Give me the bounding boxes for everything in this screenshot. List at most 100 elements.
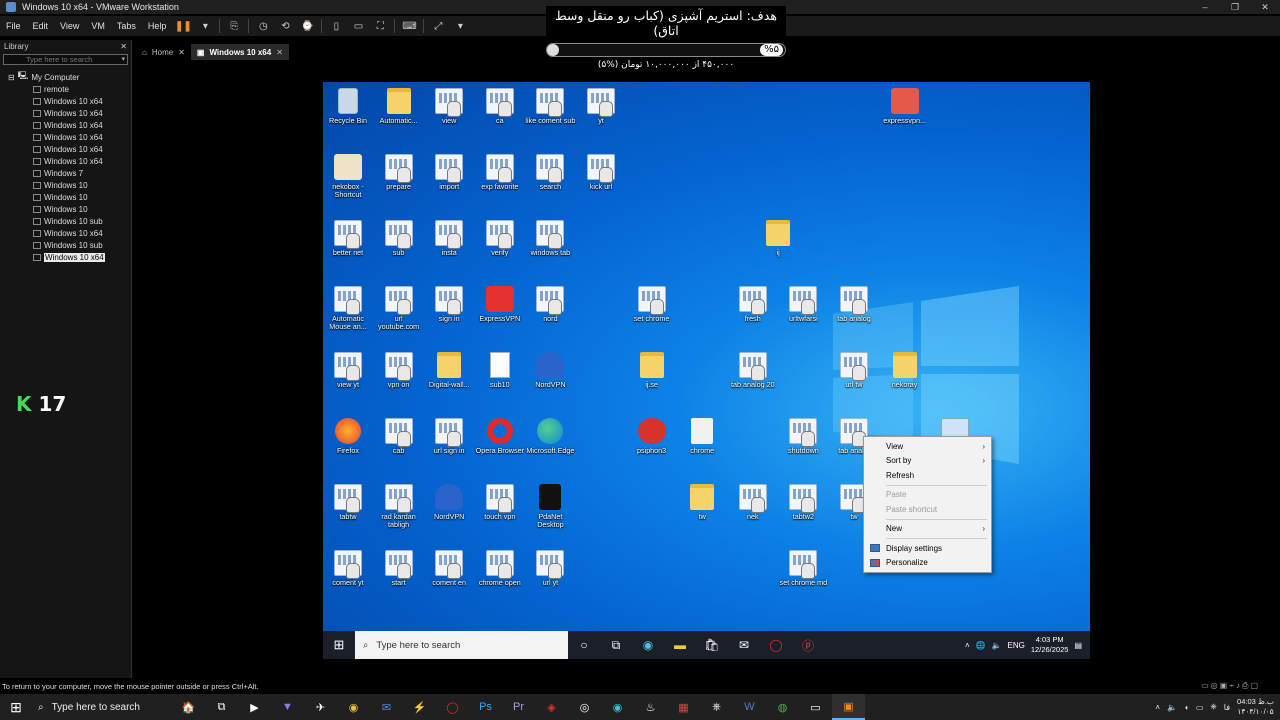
cd-icon[interactable]: ◎: [1211, 681, 1220, 690]
notifications-icon[interactable]: ▤: [1074, 641, 1082, 650]
volume-icon[interactable]: 🔈: [992, 641, 1002, 650]
desktop-shortcut[interactable]: import: [424, 154, 474, 191]
menu-tabs[interactable]: Tabs: [111, 21, 142, 31]
host-search-box[interactable]: ⌕ Type here to search: [32, 694, 172, 720]
app-icon[interactable]: ▭: [799, 694, 832, 720]
edge-icon[interactable]: ◉: [601, 694, 634, 720]
collapse-icon[interactable]: ⊟: [8, 73, 15, 82]
desktop-shortcut[interactable]: expressvpn...: [880, 88, 930, 125]
menu-item-personalize[interactable]: Personalize: [864, 556, 991, 571]
photoshop-icon[interactable]: Ps: [469, 694, 502, 720]
host-clock[interactable]: 04:03 ب.ظ ۱۴۰۴/۱۰/۰۵: [1237, 697, 1274, 717]
desktop-shortcut[interactable]: vpn on: [374, 352, 424, 389]
desktop-shortcut[interactable]: start: [374, 550, 424, 587]
task-view-icon[interactable]: ⧉: [205, 694, 238, 720]
tab-close-icon[interactable]: ✕: [178, 48, 185, 57]
usb-icon[interactable]: ⌁: [1229, 681, 1236, 690]
desktop-shortcut[interactable]: coment en: [424, 550, 474, 587]
desktop-shortcut[interactable]: search: [525, 154, 575, 191]
tab-home[interactable]: ⌂ Home ✕: [136, 44, 191, 60]
library-vm-item[interactable]: Windows 7: [0, 167, 131, 179]
network-icon[interactable]: ⎈: [1210, 702, 1216, 712]
library-vm-item[interactable]: remote: [0, 83, 131, 95]
desktop-shortcut[interactable]: ExpressVPN: [475, 286, 525, 323]
desktop-shortcut[interactable]: sub10: [475, 352, 525, 389]
menu-vm[interactable]: VM: [85, 21, 111, 31]
desktop-shortcut[interactable]: ij: [753, 220, 803, 257]
desktop-shortcut[interactable]: Firefox: [323, 418, 373, 455]
library-vm-item[interactable]: Windows 10: [0, 179, 131, 191]
menu-view[interactable]: View: [54, 21, 85, 31]
stretch-dropdown-icon[interactable]: ▾: [449, 18, 471, 34]
library-close-icon[interactable]: ✕: [120, 42, 127, 51]
desktop-shortcut[interactable]: url yt: [525, 550, 575, 587]
tree-root-my-computer[interactable]: ⊟ 🖳 My Computer: [0, 71, 131, 83]
tray-overflow-icon[interactable]: ˄: [1155, 703, 1160, 712]
library-vm-item[interactable]: Windows 10 x64: [0, 155, 131, 167]
desktop-shortcut[interactable]: set chrome md: [778, 550, 828, 587]
pause-dropdown-icon[interactable]: ▾: [194, 18, 216, 34]
desktop-shortcut[interactable]: nekobox - Shortcut: [323, 154, 373, 199]
tab-close-icon[interactable]: ✕: [276, 48, 283, 57]
chrome-icon[interactable]: ◉: [337, 694, 370, 720]
menu-file[interactable]: File: [0, 21, 27, 31]
menu-item-display-settings[interactable]: Display settings: [864, 541, 991, 556]
app-icon[interactable]: ✈: [304, 694, 337, 720]
desktop-shortcut[interactable]: ca: [475, 88, 525, 125]
obs-icon[interactable]: ◎: [568, 694, 601, 720]
mail-icon[interactable]: ✉: [370, 694, 403, 720]
voice-meeter-icon[interactable]: ▦: [667, 694, 700, 720]
library-vm-item[interactable]: Windows 10 x64: [0, 107, 131, 119]
desktop-shortcut[interactable]: windows tab: [525, 220, 575, 257]
vmware-taskbar-icon[interactable]: ▣: [832, 694, 865, 720]
desktop-shortcut[interactable]: view yt: [323, 352, 373, 389]
library-search-input[interactable]: Type here to search ▾: [3, 54, 128, 65]
library-vm-item[interactable]: Windows 10 sub: [0, 239, 131, 251]
premiere-icon[interactable]: Pr: [502, 694, 535, 720]
library-vm-item[interactable]: Windows 10: [0, 203, 131, 215]
desktop-shortcut[interactable]: tabtw: [323, 484, 373, 521]
console-view-icon[interactable]: ⌨: [398, 18, 420, 34]
menu-item-view[interactable]: View ›: [864, 439, 991, 454]
desktop-shortcut[interactable]: kick url: [576, 154, 626, 191]
display-icon[interactable]: ▭: [1196, 703, 1204, 712]
desktop-shortcut[interactable]: nord: [525, 286, 575, 323]
desktop-shortcut[interactable]: shutdown: [778, 418, 828, 455]
desktop-shortcut[interactable]: cab: [374, 418, 424, 455]
library-vm-item[interactable]: Windows 10 sub: [0, 215, 131, 227]
library-vm-item[interactable]: Windows 10: [0, 191, 131, 203]
desktop-shortcut[interactable]: NordVPN: [424, 484, 474, 521]
hdd-icon[interactable]: ▭: [1201, 681, 1211, 690]
menu-item-sort-by[interactable]: Sort by ›: [864, 454, 991, 469]
desktop-shortcut[interactable]: Digital-wall...: [424, 352, 474, 389]
menu-item-refresh[interactable]: Refresh: [864, 468, 991, 483]
desktop-shortcut[interactable]: like coment sub: [525, 88, 575, 125]
desktop-shortcut[interactable]: tabtw2: [778, 484, 828, 521]
opera-icon[interactable]: ◯: [436, 694, 469, 720]
show-library-icon[interactable]: ▯: [325, 18, 347, 34]
library-vm-item[interactable]: Windows 10 x64: [0, 95, 131, 107]
library-vm-item[interactable]: Windows 10 x64: [0, 131, 131, 143]
snapshot-manager-icon[interactable]: ⌚: [296, 18, 318, 34]
desktop-shortcut[interactable]: set chrome: [627, 286, 677, 323]
desktop-shortcut[interactable]: chrome open: [475, 550, 525, 587]
desktop-shortcut[interactable]: sub: [374, 220, 424, 257]
desktop-shortcut[interactable]: prepare: [374, 154, 424, 191]
library-vm-item[interactable]: Windows 10 x64: [0, 119, 131, 131]
desktop-shortcut[interactable]: coment yt: [323, 550, 373, 587]
menu-item-new[interactable]: New ›: [864, 522, 991, 537]
language-indicator[interactable]: ENG: [1008, 641, 1025, 650]
close-button[interactable]: ✕: [1250, 0, 1280, 14]
app-red-icon[interactable]: ⚡: [403, 694, 436, 720]
desktop-shortcut[interactable]: url tw: [829, 352, 879, 389]
library-vm-item[interactable]: Windows 10 x64: [0, 143, 131, 155]
minimize-button[interactable]: –: [1190, 0, 1220, 14]
desktop-shortcut[interactable]: verify: [475, 220, 525, 257]
desktop-shortcut[interactable]: insta: [424, 220, 474, 257]
desktop-shortcut[interactable]: fresh: [728, 286, 778, 323]
desktop-shortcut[interactable]: psiphon3: [627, 418, 677, 455]
tab-windows-10-x64[interactable]: ▣ Windows 10 x64 ✕: [190, 44, 289, 60]
vpn-app-icon[interactable]: ▼: [271, 694, 304, 720]
send-ctrl-alt-del-icon[interactable]: ⎘: [223, 18, 245, 34]
opera-taskbar-icon[interactable]: ◯: [760, 631, 792, 659]
